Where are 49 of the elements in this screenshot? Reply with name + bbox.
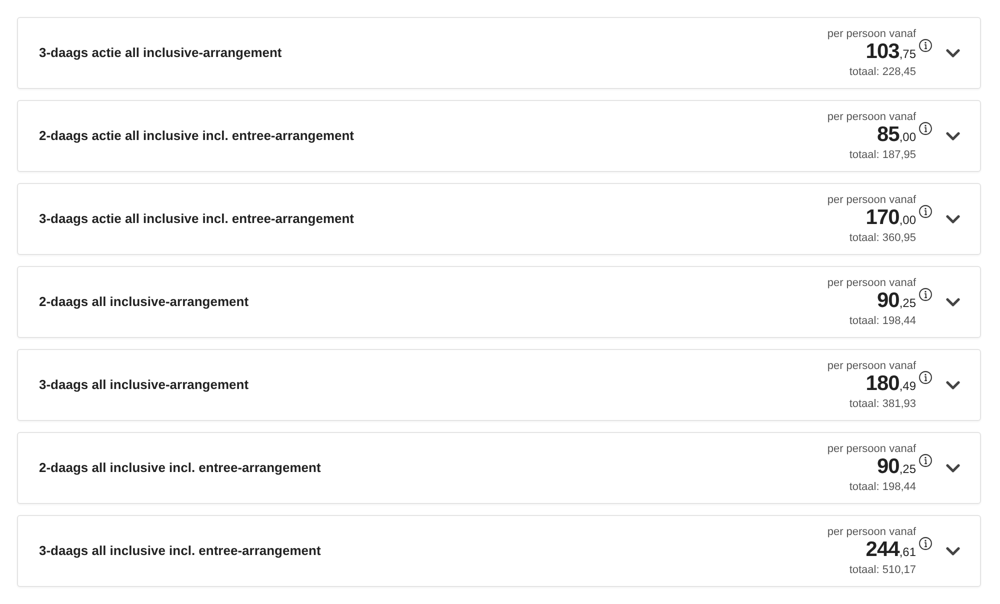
chevron-icon[interactable] [946, 48, 960, 58]
price: 85,00 [876, 124, 916, 148]
chevron-icon[interactable] [946, 546, 960, 556]
arrangement-card[interactable]: 3-daags all inclusive-arrangement per persoon vanaf 180,49 totaal: 381,93 [17, 349, 981, 421]
arrangement-card[interactable]: 2-daags all inclusive incl. entree-arrangement per persoon vanaf 90,25 totaal: 198,44 [17, 432, 981, 504]
price-label: per persoon vanaf [827, 442, 916, 456]
info-icon[interactable] [919, 370, 932, 384]
price-label: per persoon vanaf [827, 28, 916, 40]
chevron-icon[interactable] [946, 132, 960, 140]
price: 103,75 [866, 40, 916, 64]
info-icon[interactable] [919, 536, 932, 550]
chevron-icon[interactable] [946, 214, 960, 224]
arrangement-card[interactable]: 3-daags actie all inclusive-arrangement per persoon vanaf 103,75 totaal: 228,45 [17, 17, 981, 89]
arrangement-card[interactable]: 2-daags all inclusive-arrangement per persoon vanaf 90,25 totaal: 198,44 [17, 266, 981, 338]
info-icon[interactable] [919, 38, 932, 52]
total-price: totaal: 198,44 [849, 480, 916, 494]
total-price: totaal: 187,95 [849, 148, 916, 162]
arrangement-title: 3-daags actie all inclusive-arrangement [39, 44, 282, 62]
arrangement-card[interactable]: 3-daags actie all inclusive incl. entree-arrangement per persoon vanaf 170,00 totaal: 360,95 [17, 183, 981, 255]
arrangement-title: 2-daags actie all inclusive incl. entree-arrangement [39, 127, 354, 146]
price-label: per persoon vanaf [827, 360, 916, 372]
chevron-icon[interactable] [946, 380, 960, 390]
price-label: per persoon vanaf [827, 110, 916, 124]
price-label: per persoon vanaf [827, 526, 916, 538]
price-label: per persoon vanaf [827, 276, 916, 290]
total-price: totaal: 381,93 [849, 396, 916, 410]
price-label: per persoon vanaf [827, 194, 916, 206]
info-icon[interactable] [919, 288, 932, 300]
arrangement-card[interactable]: 3-daags all inclusive incl. entree-arrangement per persoon vanaf 244,61 totaal: 510,17 [17, 515, 981, 587]
total-price: totaal: 228,45 [849, 64, 916, 78]
price: 90,25 [876, 290, 916, 314]
total-price: totaal: 510,17 [849, 562, 916, 576]
arrangement-title: 2-daags all inclusive-arrangement [39, 293, 249, 312]
arrangement-title: 3-daags actie all inclusive incl. entree-arrangement [39, 210, 354, 228]
info-icon[interactable] [919, 122, 932, 134]
price: 170,00 [866, 206, 916, 230]
total-price: totaal: 198,44 [849, 314, 916, 328]
arrangement-card[interactable]: 2-daags actie all inclusive incl. entree-arrangement per persoon vanaf 85,00 totaal: 187,95 [17, 100, 981, 172]
info-icon[interactable] [919, 454, 932, 466]
info-icon[interactable] [919, 204, 932, 218]
price: 244,61 [866, 538, 916, 562]
chevron-icon[interactable] [946, 464, 960, 472]
price: 90,25 [876, 456, 916, 480]
arrangement-title: 3-daags all inclusive-arrangement [39, 376, 249, 394]
arrangement-title: 2-daags all inclusive incl. entree-arrangement [39, 459, 321, 478]
arrangement-title: 3-daags all inclusive incl. entree-arrangement [39, 542, 321, 560]
chevron-icon[interactable] [946, 298, 960, 306]
price: 180,49 [866, 372, 916, 396]
total-price: totaal: 360,95 [849, 230, 916, 244]
